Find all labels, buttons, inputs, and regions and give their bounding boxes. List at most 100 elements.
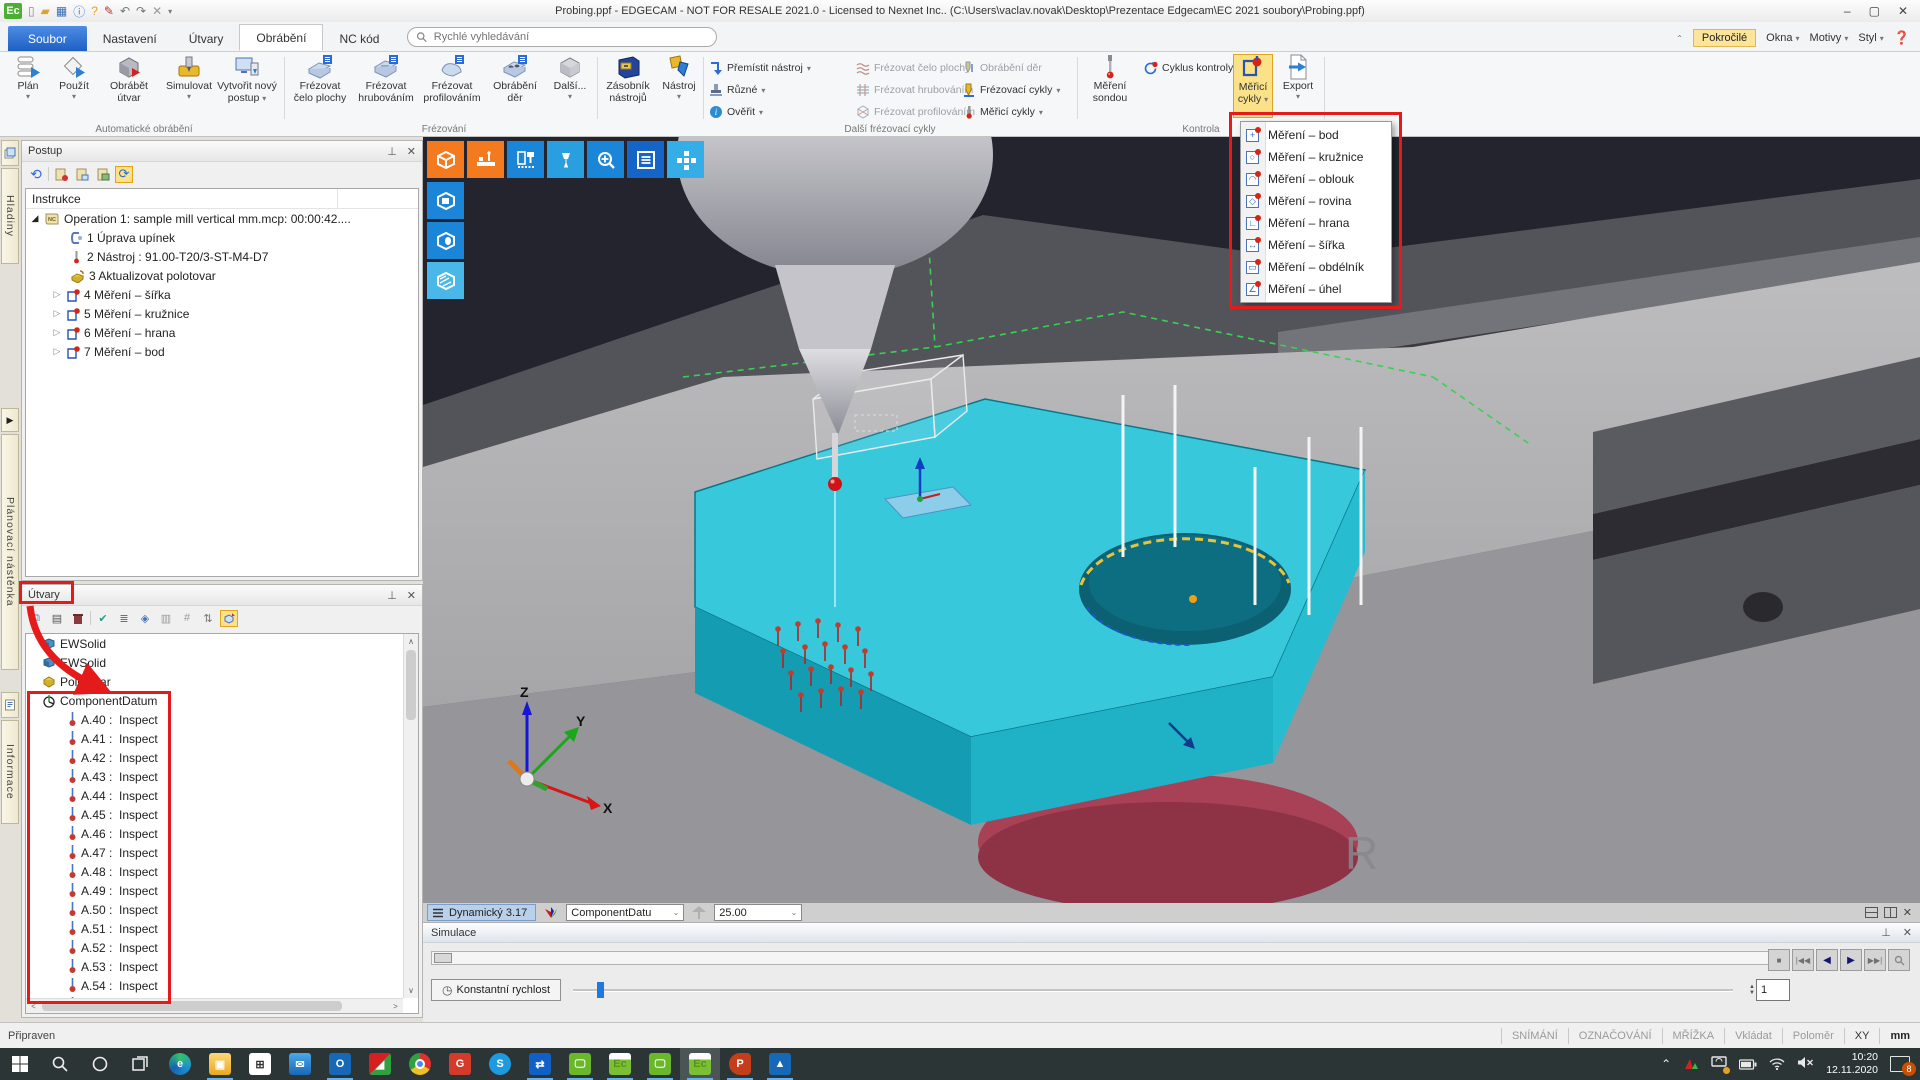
money-app-icon[interactable]: ◢ bbox=[360, 1048, 400, 1080]
tree-row-solid[interactable]: EWSolid bbox=[26, 653, 418, 672]
collapsed-icon[interactable]: ▷ bbox=[52, 327, 62, 338]
stop-button[interactable]: ■ bbox=[1768, 949, 1790, 971]
mill-rough-button[interactable]: Frézovat hrubováním bbox=[355, 54, 417, 118]
pen-icon[interactable]: ✎ bbox=[104, 4, 114, 18]
other-mill-profile-button[interactable]: Frézovat profilováním bbox=[856, 102, 975, 122]
speed-slider-thumb[interactable] bbox=[597, 982, 604, 998]
delete-feature-icon[interactable] bbox=[69, 610, 87, 627]
speed-slider-track[interactable] bbox=[573, 989, 1733, 992]
stack-icon[interactable]: ▤ bbox=[48, 610, 66, 627]
simulation-progress-thumb[interactable] bbox=[434, 953, 452, 963]
menu-item-mereni-hrana[interactable]: ∟Měření – hrana bbox=[1241, 212, 1391, 234]
toggle-vkladat[interactable]: Vkládat bbox=[1724, 1028, 1782, 1044]
utvary-horizontal-scrollbar[interactable]: < > bbox=[26, 998, 403, 1013]
menu-styl[interactable]: Styl ▾ bbox=[1858, 32, 1883, 44]
fast-forward-button[interactable]: ▶▶| bbox=[1864, 949, 1886, 971]
teamviewer-icon[interactable]: ⇄ bbox=[520, 1048, 560, 1080]
toggle-xy[interactable]: XY bbox=[1844, 1028, 1880, 1044]
step-back-button[interactable]: ◀ bbox=[1816, 949, 1838, 971]
sort-icon[interactable]: ⇅ bbox=[199, 610, 217, 627]
utvary-vertical-scrollbar[interactable]: ∧ ∨ bbox=[403, 634, 418, 998]
simulace-close-icon[interactable]: ✕ bbox=[1903, 926, 1912, 939]
tree-row-inspect[interactable]: A.44 : Inspect bbox=[26, 786, 418, 805]
probe-cycles-small-button[interactable]: Měřicí cykly▾ bbox=[962, 102, 1043, 122]
close-view-icon[interactable]: ✕ bbox=[1903, 906, 1912, 919]
scroll-thumb[interactable] bbox=[42, 1001, 342, 1011]
scroll-down-icon[interactable]: ∨ bbox=[404, 983, 418, 998]
utvary-pin-icon[interactable]: ⊥ bbox=[387, 589, 397, 602]
tree-row-step[interactable]: ▷ 5 Měření – kružnice bbox=[26, 304, 418, 323]
view-cube-icon[interactable] bbox=[427, 141, 464, 178]
stock-view-icon[interactable] bbox=[427, 222, 464, 259]
photos-icon[interactable]: ▲ bbox=[760, 1048, 800, 1080]
info-tab-icon[interactable] bbox=[1, 692, 19, 718]
frame-value-input[interactable]: 1 bbox=[1756, 979, 1790, 1001]
task-view-icon[interactable] bbox=[120, 1048, 160, 1080]
probe-measure-button[interactable]: Měření sondou bbox=[1081, 54, 1139, 118]
save-icon[interactable]: ▦ bbox=[56, 4, 67, 18]
show-machining-icon[interactable] bbox=[220, 610, 238, 627]
tree-row-inspect[interactable]: A.42 : Inspect bbox=[26, 748, 418, 767]
layers-tab-icon[interactable] bbox=[1, 140, 19, 166]
menu-item-mereni-uhel[interactable]: ∠Měření – úhel bbox=[1241, 278, 1391, 300]
sequence-star-icon[interactable] bbox=[52, 166, 70, 183]
cortana-icon[interactable] bbox=[80, 1048, 120, 1080]
gmail-icon[interactable]: G bbox=[440, 1048, 480, 1080]
vendor-logo-icon[interactable] bbox=[1683, 1057, 1699, 1071]
tree-row-inspect[interactable]: A.45 : Inspect bbox=[26, 805, 418, 824]
move-tool-button[interactable]: Přemístit nástroj▾ bbox=[709, 58, 811, 78]
tree-row-inspect[interactable]: A.47 : Inspect bbox=[26, 843, 418, 862]
tree-row-step[interactable]: ▷ 4 Měření – šířka bbox=[26, 285, 418, 304]
columns-icon[interactable]: ▥ bbox=[157, 610, 175, 627]
datum-select[interactable]: ComponentDatu⌄ bbox=[566, 904, 684, 921]
tree-row-datum[interactable]: ComponentDatum bbox=[26, 691, 418, 710]
search-input[interactable] bbox=[434, 31, 709, 43]
export-button[interactable]: Export▾ bbox=[1277, 54, 1319, 118]
postup-pin-icon[interactable]: ⊥ bbox=[387, 145, 397, 158]
tree-row-operation[interactable]: ◢ NC Operation 1: sample mill vertical m… bbox=[26, 209, 418, 228]
rewind-button[interactable]: |◀◀ bbox=[1792, 949, 1814, 971]
apply-button[interactable]: Použít▾ bbox=[52, 54, 96, 118]
postup-close-icon[interactable]: ✕ bbox=[407, 145, 416, 158]
tab-nastaveni[interactable]: Nastavení bbox=[87, 26, 173, 51]
split-vertical-icon[interactable] bbox=[1884, 907, 1897, 918]
toggle-polomer[interactable]: Poloměr bbox=[1782, 1028, 1844, 1044]
edgecam-icon[interactable]: Ec bbox=[600, 1048, 640, 1080]
menu-item-mereni-rovina[interactable]: ◇Měření – rovina bbox=[1241, 190, 1391, 212]
plan-button[interactable]: Plán▾ bbox=[6, 54, 50, 118]
zoom-extent-icon[interactable] bbox=[587, 141, 624, 178]
tab-nc-kod[interactable]: NC kód bbox=[323, 26, 395, 51]
shaded-view-icon[interactable] bbox=[427, 182, 464, 219]
diamond-icon[interactable]: ◈ bbox=[136, 610, 154, 627]
qat-dropdown-icon[interactable]: ▾ bbox=[168, 7, 172, 16]
tree-row-inspect[interactable]: A.48 : Inspect bbox=[26, 862, 418, 881]
tree-row-inspect[interactable]: A.41 : Inspect bbox=[26, 729, 418, 748]
tree-row-stock[interactable]: Polotovar bbox=[26, 672, 418, 691]
redo-icon[interactable]: ↷ bbox=[136, 4, 146, 18]
inspect-cycle-button[interactable]: Cyklus kontroly bbox=[1143, 58, 1233, 78]
taskbar-search-icon[interactable] bbox=[40, 1048, 80, 1080]
powerpoint-icon[interactable]: P bbox=[720, 1048, 760, 1080]
sidebar-tab-informace[interactable]: Informace bbox=[1, 720, 19, 824]
tree-row-solid[interactable]: EWSolid bbox=[26, 634, 418, 653]
tool-display-icon[interactable] bbox=[547, 141, 584, 178]
taskbar-clock[interactable]: 10:20 12.11.2020 bbox=[1826, 1051, 1878, 1077]
play-button[interactable]: ▶ bbox=[1840, 949, 1862, 971]
mill-face-button[interactable]: Frézovat čelo plochy bbox=[289, 54, 351, 118]
other-mill-rough-button[interactable]: Frézovat hrubováním bbox=[856, 80, 973, 100]
scroll-up-icon[interactable]: ∧ bbox=[404, 634, 418, 649]
tray-expand-icon[interactable]: ⌃ bbox=[1661, 1057, 1671, 1071]
mail-icon[interactable]: ✉ bbox=[280, 1048, 320, 1080]
transparent-view-icon[interactable] bbox=[427, 262, 464, 299]
skype-icon[interactable]: S bbox=[480, 1048, 520, 1080]
tree-row-inspect[interactable]: A.53 : Inspect bbox=[26, 957, 418, 976]
list-view-icon[interactable] bbox=[627, 141, 664, 178]
simulate-button[interactable]: Simulovat▾ bbox=[160, 54, 218, 118]
machine-feature-button[interactable]: Obrábět útvar bbox=[100, 54, 158, 118]
wifi-icon[interactable] bbox=[1769, 1058, 1785, 1070]
layout-grid-icon[interactable] bbox=[667, 141, 704, 178]
machine-table-icon[interactable] bbox=[467, 141, 504, 178]
cpl-axis-icon[interactable] bbox=[542, 905, 560, 921]
new-sequence-button[interactable]: Vytvořit nový postup ▾ bbox=[214, 54, 280, 118]
menu-item-mereni-obdelnik[interactable]: ▭Měření – obdélník bbox=[1241, 256, 1391, 278]
